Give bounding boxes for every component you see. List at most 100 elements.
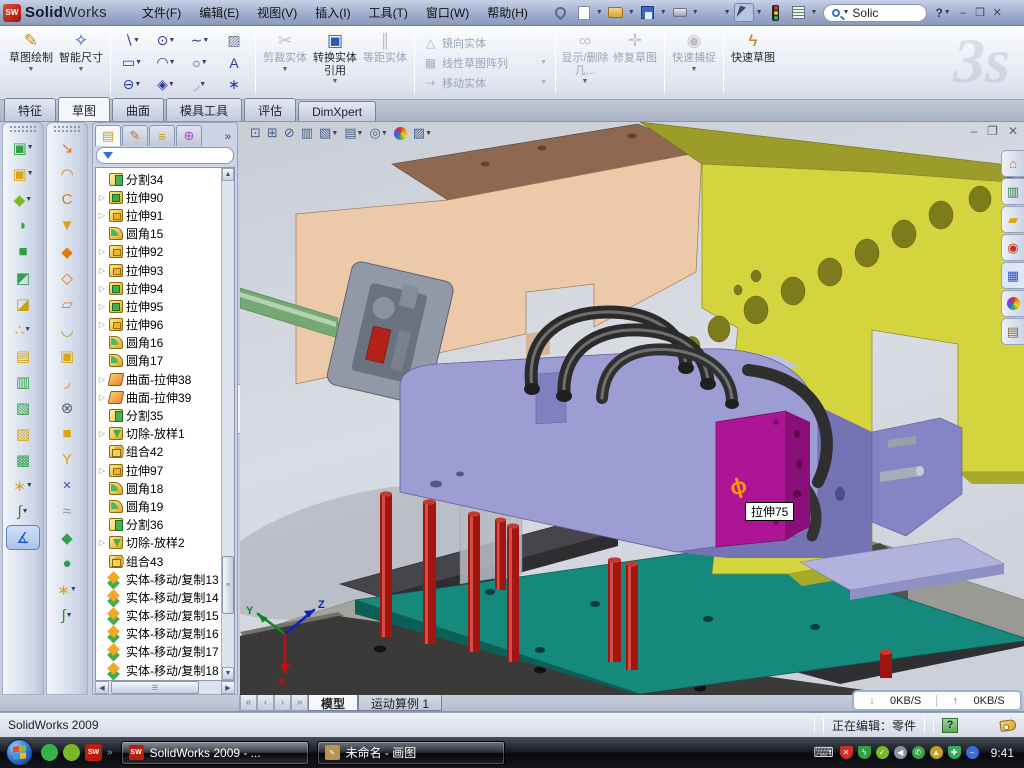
doc-tab-运动算例 1[interactable]: 运动算例 1 [358,695,442,711]
hide-show-items-button[interactable]: ◎▼ [367,124,389,142]
undo-button[interactable] [702,3,722,22]
ribbon-tab-特征[interactable]: 特征 [4,98,56,121]
new-document-button[interactable] [574,3,594,22]
tree-filter-input[interactable] [96,147,234,164]
tree-item-27[interactable]: 实体-移动/复制18 [98,661,221,679]
view-palette-tab[interactable]: ▦ [1001,262,1024,289]
update-badge-icon[interactable]: ✓ [876,746,889,759]
app-minimize-button[interactable]: – [955,5,972,20]
tree-item-20[interactable]: ▷切除-放样2 [98,534,221,552]
zoom-fit-button[interactable]: ⊡ [248,124,263,142]
ribbon-tab-草图[interactable]: 草图 [58,97,110,121]
dropdown-icon[interactable]: ▼ [596,9,603,16]
dropdown-icon[interactable]: ▼ [135,59,142,66]
tree-item-19[interactable]: 分割36 [98,516,221,534]
display-style-button[interactable]: ▤▼ [342,124,365,142]
app-close-button[interactable]: ✕ [989,5,1006,20]
messenger-status-icon[interactable]: – [966,746,979,759]
security-shield-icon[interactable]: ϟ [858,746,871,759]
quick-tips-icon[interactable]: ? [942,718,958,733]
document-minimize-button[interactable]: – [970,124,977,138]
hole-wizard-button[interactable]: ◪ [6,291,40,316]
menu-item-0[interactable]: 文件(F) [133,1,190,24]
dimxpertmanager-tab[interactable]: ⊕ [176,125,202,146]
tab-nav-3[interactable]: » [291,695,308,711]
doc-tab-模型[interactable]: 模型 [308,695,358,711]
circle-icon[interactable]: ⊙▼ [149,30,183,52]
zoom-area-button[interactable]: ⊞ [265,124,280,142]
tree-item-8[interactable]: ▷拉伸96 [98,316,221,334]
tree-item-25[interactable]: 实体-移动/复制16 [98,625,221,643]
task-button-0[interactable]: SWSolidWorks 2009 - ... [121,741,309,765]
instant3d-button[interactable]: ∗▼ [6,473,40,498]
dropdown-icon[interactable]: ▼ [628,9,635,16]
zoom-in-out-button[interactable]: ⊘ [282,124,297,142]
tree-item-12[interactable]: ▷曲面-拉伸39 [98,388,221,406]
ribbon-tab-评估[interactable]: 评估 [244,98,296,121]
dropdown-icon[interactable]: ▼ [168,37,175,44]
split-button[interactable]: ▨ [6,421,40,446]
ribbon-tab-模具工具[interactable]: 模具工具 [166,98,242,121]
open-button[interactable] [606,3,626,22]
surface-fill-button[interactable]: ◡ [50,317,84,342]
dropdown-icon[interactable]: ▼ [381,130,388,137]
arc-icon[interactable]: ◠▼ [149,52,183,74]
bend-button[interactable]: ◞ [50,369,84,394]
dropdown-icon[interactable]: ▼ [425,130,432,137]
tree-item-11[interactable]: ▷曲面-拉伸38 [98,370,221,388]
media-button[interactable] [63,744,80,761]
expand-arrow-icon[interactable]: ▷ [98,193,106,202]
scrollbar-thumb[interactable]: ☰ [111,681,199,694]
tree-item-21[interactable]: 组合43 [98,552,221,570]
dropdown-icon[interactable]: ▼ [168,81,175,88]
expand-arrow-icon[interactable]: ▷ [98,302,106,311]
tree-item-15[interactable]: 组合42 [98,443,221,461]
swept-boss-button[interactable]: ◆▼ [6,187,40,212]
appearances-tab[interactable] [1001,290,1024,317]
move-face-button[interactable]: × [50,473,84,498]
section-view-button[interactable]: ▥ [299,124,315,142]
save-button[interactable] [638,3,658,22]
fillet-button[interactable]: ◩ [6,265,40,290]
rectangle-icon[interactable]: ▭▼ [115,52,149,74]
tree-item-10[interactable]: 圆角17 [98,352,221,370]
start-button[interactable] [6,739,33,766]
rip-button[interactable]: C [50,187,84,212]
tab-nav-0[interactable]: « [240,695,257,711]
pin-button[interactable] [551,3,571,22]
extruded-boss-button[interactable]: ▣▼ [6,135,40,160]
custom-properties-tab[interactable]: ▤ [1001,318,1024,345]
spline-icon[interactable]: ∼▼ [183,30,217,52]
network-warning-icon[interactable]: ▲ [930,746,943,759]
ribbon-tab-DimXpert[interactable]: DimXpert [298,101,376,121]
dropdown-icon[interactable]: ▼ [201,59,208,66]
toolbar-grip[interactable] [9,125,37,132]
propertymanager-tab[interactable]: ✎ [122,125,148,146]
toolbar-grip[interactable] [53,125,81,132]
tree-horizontal-scrollbar[interactable]: ◀ ☰ ▶ [95,681,235,694]
tree-item-14[interactable]: ▷切除-放样1 [98,425,221,443]
delete-face-button[interactable]: ⊗ [50,395,84,420]
search-input[interactable]: Solic [852,6,878,20]
resources-tab[interactable]: ▥ [1001,178,1024,205]
view-orientation-button[interactable]: ▧▼ [317,124,340,142]
ellipse-icon[interactable]: ○▼ [183,52,217,74]
file-explorer-tab[interactable]: ◉ [1001,234,1024,261]
menu-item-3[interactable]: 插入(I) [306,1,359,24]
graphics-viewport[interactable]: ϕ Y Z X ⊡⊞⊘▥▧▼▤▼◎▼▨▼ –❐✕ 拉伸75 ⌂▥▰◉▦▤ [240,122,1024,695]
scroll-up-button[interactable]: ▲ [222,168,234,181]
antivirus-shield-icon[interactable]: ✕ [840,746,853,759]
keyboard-layout-icon[interactable]: ⌨ [813,744,833,761]
parting-line-button[interactable]: Y [50,447,84,472]
tree-item-5[interactable]: ▷拉伸93 [98,261,221,279]
configurationmanager-tab[interactable]: ≡ [149,125,175,146]
rebuild-traffic-button[interactable] [766,3,786,22]
lofted-boss-button[interactable]: ◗ [6,213,40,238]
rapid-sketch-button[interactable]: ϟ快速草图 [728,28,778,97]
menu-item-5[interactable]: 窗口(W) [417,1,478,24]
options-list-button[interactable] [789,3,809,22]
design-library-tab[interactable]: ▰ [1001,206,1024,233]
text-icon[interactable]: A [217,52,251,74]
cylinder-button[interactable]: ● [50,551,84,576]
dropdown-icon[interactable]: ▼ [357,130,364,137]
